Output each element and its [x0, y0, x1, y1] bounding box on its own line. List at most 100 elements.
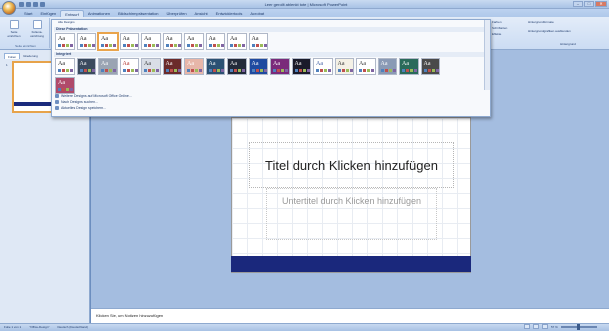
tab-start[interactable]: Start [20, 10, 36, 17]
zoom-level[interactable]: 57 % [551, 325, 558, 329]
save-icon [55, 106, 59, 110]
theme-thumbnail-builtin-3[interactable]: Aa [98, 58, 118, 75]
theme-color-bars [294, 69, 310, 72]
theme-thumbnail-builtin-1[interactable]: Aa [55, 58, 75, 75]
theme-color-bars [58, 44, 73, 47]
redo-icon[interactable] [33, 2, 38, 7]
theme-thumbnail-builtin-15[interactable]: Aa [356, 58, 376, 75]
theme-thumbnail-design-5[interactable]: Aa [141, 33, 161, 50]
theme-glyph: Aa [165, 61, 173, 67]
minimize-button[interactable]: – [573, 1, 583, 7]
theme-thumbnail-design-4[interactable]: Aa [119, 33, 139, 50]
theme-thumbnail-builtin-11[interactable]: Aa [270, 58, 290, 75]
theme-thumbnail-builtin-12[interactable]: Aa [291, 58, 311, 75]
maximize-button[interactable]: □ [584, 1, 594, 7]
theme-thumbnail-design-10[interactable]: Aa [248, 33, 268, 50]
tab-slideshow[interactable]: Bildschirmpräsentation [114, 10, 162, 17]
undo-icon[interactable] [26, 2, 31, 7]
language-indicator[interactable]: Deutsch (Deutschland) [57, 325, 88, 329]
menu-item-browse-designs[interactable]: Nach Designs suchen... [55, 100, 98, 104]
dropdown-icon[interactable] [40, 2, 45, 7]
page-setup-group: Seite einrichten Foliena­usrichtung Seit… [2, 18, 50, 48]
close-button[interactable]: ✕ [595, 1, 607, 7]
tab-view[interactable]: Ansicht [191, 10, 212, 17]
tab-animations[interactable]: Animationen [84, 10, 114, 17]
theme-thumbnail-builtin-10[interactable]: Aa [248, 58, 268, 75]
all-designs-button[interactable]: Alle Designs [58, 20, 75, 24]
background-group: Farben Schriftarten Effekte Hintergrundf… [492, 18, 609, 49]
theme-color-bars [273, 69, 288, 72]
zoom-slider[interactable] [560, 323, 597, 330]
theme-thumbnail-design-9[interactable]: Aa [227, 33, 247, 50]
slide-orientation-button[interactable]: Foliena­usrichtung [26, 20, 48, 38]
theme-thumbnail-builtin-17[interactable]: Aa [399, 58, 419, 75]
theme-thumbnail-builtin-8[interactable]: Aa [205, 58, 225, 75]
page-setup-label: Seite einrichten [7, 30, 21, 38]
notes-placeholder[interactable]: Klicken Sie, um Notizen hinzuzufügen [96, 313, 163, 318]
theme-color-bars [165, 44, 181, 47]
theme-thumbnail-builtin-9[interactable]: Aa [227, 58, 247, 75]
theme-name: "Office-Design" [29, 325, 50, 329]
office-button[interactable] [2, 1, 16, 15]
menu-item-more-designs[interactable]: Weitere Designs auf Microsoft Office Onl… [55, 94, 132, 98]
ribbon-tabs: Start Einfügen Entwurf Animationen Bilds… [20, 10, 268, 17]
theme-thumbnail-design-6[interactable]: Aa [162, 33, 182, 50]
theme-color-bars [58, 88, 73, 91]
effects-button[interactable]: Effekte [492, 32, 501, 36]
normal-view-icon[interactable] [524, 324, 530, 329]
background-styles-button[interactable]: Hintergrundformate [528, 20, 554, 24]
theme-color-bars [165, 69, 181, 72]
slide-footer-band [231, 256, 471, 272]
tab-slides[interactable]: Folien [4, 53, 21, 59]
theme-thumbnail-design-2[interactable]: Aa [76, 33, 96, 50]
theme-thumbnail-builtin-5[interactable]: Aa [141, 58, 161, 75]
tab-acrobat[interactable]: Acrobat [246, 10, 268, 17]
theme-color-bars [380, 69, 396, 72]
theme-color-bars [144, 44, 159, 47]
theme-thumbnail-design-1[interactable]: Aa [55, 33, 75, 50]
tab-design[interactable]: Entwurf [60, 10, 84, 17]
theme-thumbnail-builtin-2[interactable]: Aa [76, 58, 96, 75]
colors-button[interactable]: Farben [492, 20, 502, 24]
title-placeholder[interactable]: Titel durch Klicken hinzufügen [249, 142, 454, 188]
gallery-row-builtin: Aa Aa Aa Aa Aa Aa Aa Aa Aa Aa Aa Aa Aa Aa Aa Aa Aa Aa Aa [55, 58, 440, 94]
theme-color-bars [337, 69, 353, 72]
hide-background-checkbox[interactable]: Hintergrundgrafiken ausblenden [528, 29, 571, 33]
fonts-button[interactable]: Schriftarten [492, 26, 507, 30]
tab-outline[interactable]: Gliederung [20, 53, 41, 59]
theme-color-bars [230, 69, 245, 72]
zoom-slider-thumb[interactable] [576, 323, 580, 330]
theme-glyph: Aa [316, 61, 323, 67]
theme-thumbnail-design-7[interactable]: Aa [184, 33, 204, 50]
theme-thumbnail-builtin-19[interactable]: Aa [55, 77, 75, 94]
theme-thumbnail-builtin-4[interactable]: Aa [119, 58, 139, 75]
theme-thumbnail-design-8[interactable]: Aa [205, 33, 225, 50]
theme-glyph: Aa [144, 61, 151, 67]
status-bar [0, 323, 609, 331]
tab-review[interactable]: Überprüfen [163, 10, 191, 17]
theme-thumbnail-builtin-16[interactable]: Aa [377, 58, 397, 75]
theme-glyph: Aa [230, 61, 237, 67]
slideshow-view-icon[interactable] [542, 324, 548, 329]
window-title: Leer gerollt ablenkt tote | Microsoft Po… [264, 2, 348, 7]
menu-item-save-design[interactable]: Aktuelles Design speichern... [55, 106, 106, 110]
page-setup-button[interactable]: Seite einrichten [4, 20, 24, 38]
subtitle-placeholder[interactable]: Untertitel durch Klicken hinzufügen [266, 188, 437, 240]
theme-glyph: Aa [337, 61, 345, 67]
theme-thumbnail-builtin-18[interactable]: Aa [420, 58, 440, 75]
sorter-view-icon[interactable] [533, 324, 539, 329]
notes-pane[interactable] [91, 308, 609, 323]
theme-glyph: Aa [101, 61, 108, 67]
globe-icon [55, 94, 59, 98]
theme-thumbnail-builtin-6[interactable]: Aa [162, 58, 182, 75]
theme-thumbnail-builtin-13[interactable]: Aa [313, 58, 333, 75]
theme-thumbnail-builtin-7[interactable]: Aa [184, 58, 204, 75]
theme-thumbnail-design-3[interactable]: Aa [97, 32, 119, 51]
tab-developer[interactable]: Entwicklertools [212, 10, 247, 17]
theme-thumbnail-builtin-14[interactable]: Aa [334, 58, 354, 75]
tab-insert[interactable]: Einfügen [36, 10, 60, 17]
theme-color-bars [208, 44, 224, 47]
save-icon[interactable] [19, 2, 24, 7]
gallery-scrollbar[interactable] [484, 20, 490, 90]
theme-glyph: Aa [122, 61, 130, 67]
